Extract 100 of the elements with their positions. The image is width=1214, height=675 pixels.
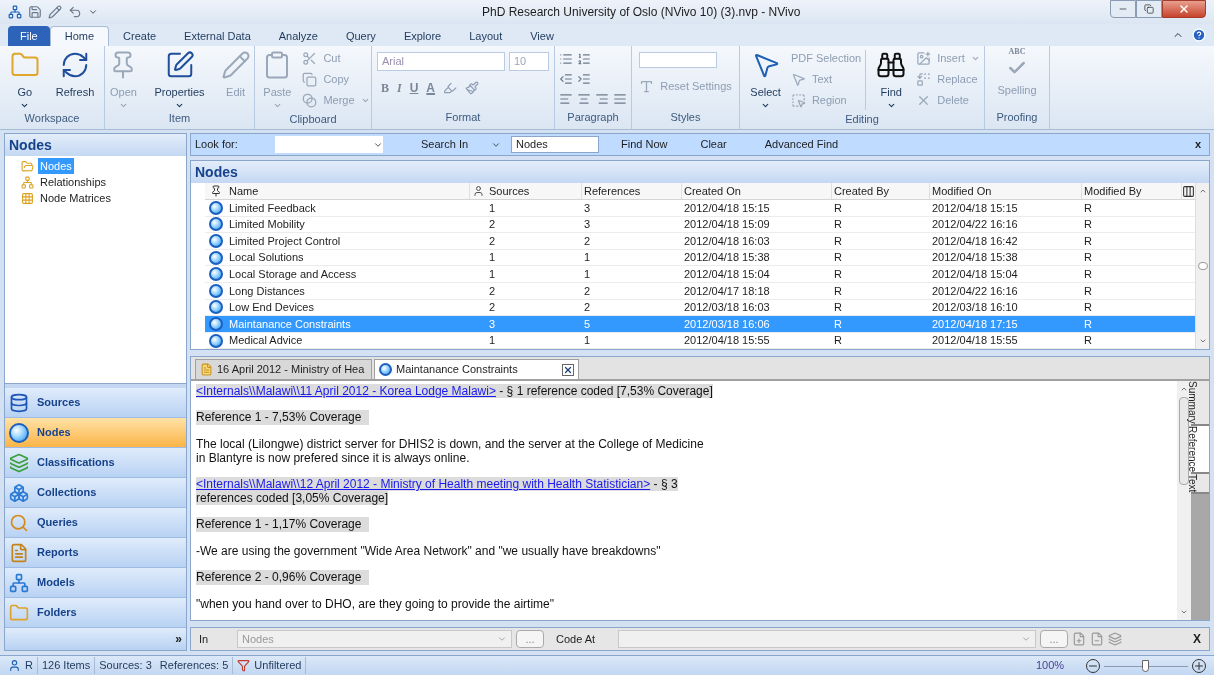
column-header[interactable]: Sources (487, 183, 582, 199)
nav-button[interactable]: Nodes (5, 418, 186, 448)
scroll-thumb[interactable] (1179, 397, 1189, 485)
table-cell-text: R (833, 283, 843, 299)
close-tab-icon[interactable] (562, 363, 574, 376)
bullet-list-icon[interactable] (559, 52, 573, 66)
ribbon-tab[interactable]: Explore (389, 26, 456, 46)
table-cell-text: Long Distances (228, 283, 306, 299)
go-button[interactable]: Go (3, 46, 46, 110)
find-button[interactable]: Find (870, 46, 913, 110)
document-tab[interactable]: Maintanance Constraints (374, 359, 579, 379)
code-icon[interactable] (1072, 632, 1086, 646)
nav-button[interactable]: Classifications (5, 448, 186, 478)
ribbon-tab[interactable]: Query (331, 26, 390, 46)
column-header[interactable]: References (582, 183, 682, 199)
zoom-slider[interactable] (1104, 659, 1188, 672)
table-cell-text: Medical Advice (228, 333, 304, 349)
brush-icon[interactable] (465, 81, 480, 95)
scroll-up-icon[interactable] (1180, 385, 1188, 393)
browse-button[interactable]: ... (516, 630, 544, 648)
properties-button[interactable]: Properties (148, 46, 211, 110)
clear-button[interactable]: Clear (696, 136, 731, 153)
tree-item[interactable]: Relationships (38, 173, 109, 191)
scroll-thumb[interactable] (1197, 262, 1208, 270)
undo-icon[interactable] (68, 5, 82, 19)
table-cell-text: 5 (583, 316, 592, 332)
maximize-button[interactable] (1136, 0, 1162, 18)
ribbon-tab[interactable]: Create (109, 26, 171, 46)
ribbon-tab[interactable]: External Data (170, 26, 265, 46)
group-label: Editing (844, 112, 880, 127)
nav-button[interactable]: Reports (5, 538, 186, 568)
nav-button[interactable]: Models (5, 568, 186, 598)
column-chooser-icon[interactable] (1182, 184, 1195, 198)
scroll-up-icon[interactable] (1198, 187, 1207, 195)
highlight-icon[interactable] (443, 81, 458, 95)
close-button[interactable] (1162, 0, 1206, 18)
column-header[interactable]: Created On (682, 183, 832, 199)
scrollbar[interactable] (1195, 183, 1209, 349)
slider-thumb[interactable] (1142, 659, 1149, 672)
align-left-icon[interactable] (559, 92, 573, 106)
scroll-down-icon[interactable] (1180, 608, 1188, 616)
table-row[interactable]: Local Solutions 1 1 2012/04/18 15:38 R 2012/04/18 15:38 R (205, 249, 1195, 267)
item-count: 126 Items (37, 657, 96, 674)
minimize-button[interactable] (1110, 0, 1136, 18)
style-field[interactable] (639, 52, 718, 68)
file-tab[interactable]: File (8, 26, 50, 46)
find-now-button[interactable]: Find Now (617, 136, 672, 153)
column-header[interactable]: Created By (832, 183, 930, 199)
side-tab[interactable]: Text (1191, 473, 1209, 495)
column-header[interactable]: Modified By (1082, 183, 1182, 199)
ribbon-tab[interactable]: Home (49, 26, 110, 46)
nav-button[interactable]: Queries (5, 508, 186, 538)
browse-button[interactable]: ... (1040, 630, 1068, 648)
customize-icon[interactable] (88, 7, 98, 17)
table-cell-text: R (833, 217, 843, 233)
look-for-field[interactable] (275, 136, 383, 153)
outdent-icon[interactable] (559, 72, 573, 86)
nav-button[interactable]: Folders (5, 598, 186, 628)
source-link[interactable]: <Internals\\Malawi\\12 April 2012 - Ministry of Health meeting with Health Statistician> (196, 477, 651, 491)
refresh-button[interactable]: Refresh (49, 46, 101, 110)
search-in-field[interactable]: Nodes (511, 136, 599, 153)
table-row[interactable]: Medical Advice 1 1 2012/04/18 15:55 R 2012/04/18 15:55 R (205, 332, 1195, 350)
close-code-bar-button[interactable]: X (1189, 630, 1205, 648)
table-row[interactable]: Limited Mobility 2 3 2012/04/18 15:09 R 2012/04/22 16:16 R (205, 216, 1195, 234)
numbered-list-icon[interactable] (577, 52, 591, 66)
table-row[interactable]: Limited Feedback 1 3 2012/04/18 15:15 R 2012/04/18 15:15 R (205, 200, 1195, 217)
ribbon-tab[interactable]: View (516, 26, 568, 46)
align-right-icon[interactable] (595, 92, 609, 106)
advanced-find-button[interactable]: Advanced Find (760, 136, 843, 153)
code-at-field[interactable] (618, 630, 1036, 648)
select-button[interactable]: Select (744, 46, 787, 110)
stack-icon[interactable] (1108, 632, 1122, 646)
align-center-icon[interactable] (577, 92, 591, 106)
scroll-down-icon[interactable] (1198, 337, 1207, 345)
source-link[interactable]: <Internals\\Malawi\\11 April 2012 - Korea Lodge Malawi> (196, 384, 496, 398)
nav-button[interactable]: Sources (5, 388, 186, 418)
table-cell-text: 2012/04/18 16:42 (931, 233, 1019, 249)
help-icon[interactable] (1192, 28, 1206, 42)
save-icon[interactable] (28, 5, 42, 19)
table-cell-text: 2012/04/22 16:16 (931, 217, 1019, 233)
table-cell-text: 2012/03/18 16:10 (931, 300, 1019, 316)
table-row[interactable]: Local Storage and Access 1 1 2012/04/18 15:04 R 2012/04/18 15:04 R (205, 266, 1195, 283)
ribbon-tab[interactable]: Layout (455, 26, 517, 46)
close-find-button[interactable]: x (1190, 136, 1205, 153)
table-cell-text: 2 (583, 300, 592, 316)
column-header[interactable]: Modified On (930, 183, 1082, 199)
nav-button[interactable]: Collections (5, 478, 186, 508)
node-icon (209, 316, 223, 331)
column-header[interactable]: Name (227, 183, 470, 199)
table-row[interactable]: Limited Project Control 2 2 2012/04/18 16:03 R 2012/04/18 16:42 R (205, 233, 1195, 250)
uncode-icon[interactable] (1090, 632, 1104, 646)
tree-item[interactable]: Node Matrices (38, 189, 113, 207)
pencil-icon[interactable] (48, 5, 62, 19)
justify-icon[interactable] (613, 92, 627, 106)
more-buttons[interactable]: » (175, 630, 182, 648)
document-tab[interactable]: 16 April 2012 - Ministry of Hea (195, 359, 372, 379)
table-row[interactable]: Long Distances 2 2 2012/04/17 18:18 R 2012/04/22 16:16 R (205, 282, 1195, 300)
ribbon-tab[interactable]: Analyze (264, 26, 332, 46)
indent-icon[interactable] (577, 72, 591, 86)
side-tab[interactable]: Reference (1191, 425, 1209, 474)
